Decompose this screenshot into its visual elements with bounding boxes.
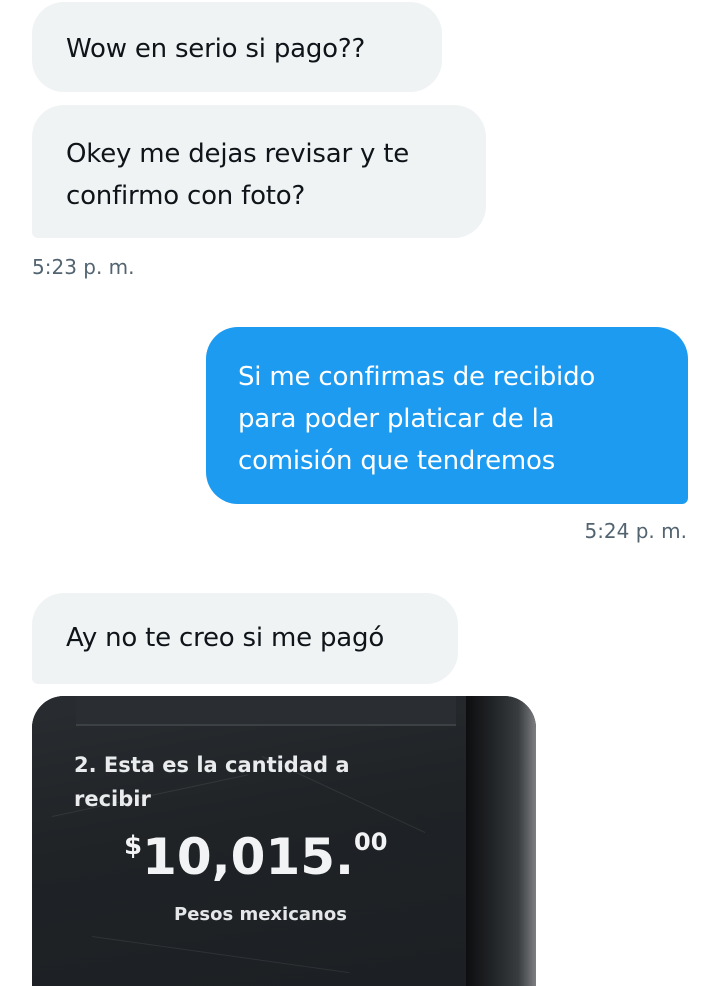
outgoing-message-bubble[interactable]: Si me confirmas de recibido para poder p… [206,327,688,504]
message-text: Okey me dejas revisar y te confirmo con … [66,139,410,211]
incoming-message-bubble[interactable]: Okey me dejas revisar y te confirmo con … [32,105,486,238]
currency-name: Pesos mexicanos [174,904,347,925]
amount-integer: 10,015. [142,828,355,886]
message-timestamp: 5:23 p. m. [32,255,135,279]
photo-attachment[interactable]: 2. Esta es la cantidad a recibir $10,015… [32,696,536,986]
incoming-message-bubble[interactable]: Ay no te creo si me pagó [32,593,458,684]
phone-bezel [466,696,536,986]
message-timestamp: 5:24 p. m. [584,519,687,543]
currency-symbol: $ [124,831,143,861]
photo-amount: $10,015.00 [124,828,387,886]
message-text: Si me confirmas de recibido para poder p… [238,362,596,476]
incoming-message-bubble[interactable]: Wow en serio si pago?? [32,2,442,92]
photo-step-text: 2. Esta es la cantidad a recibir [74,753,350,811]
message-text: Ay no te creo si me pagó [66,623,385,653]
amount-decimals: 00 [354,828,388,856]
phone-screen-header [76,696,456,726]
message-text: Wow en serio si pago?? [66,34,366,64]
